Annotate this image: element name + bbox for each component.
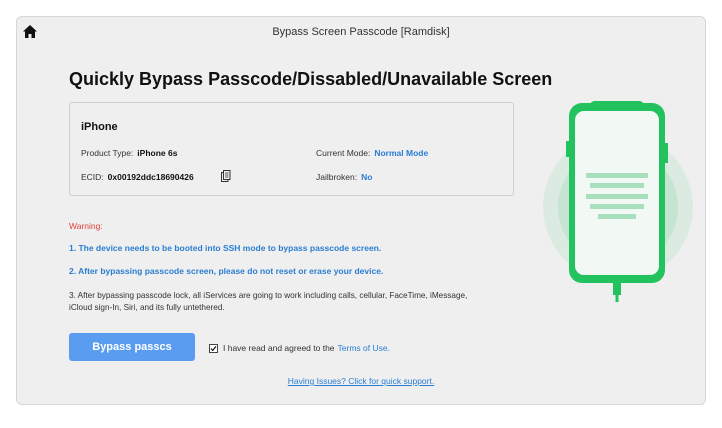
screen-line-3: [586, 194, 648, 199]
product-type-row: Product Type: iPhone 6s: [81, 148, 177, 158]
product-type-label: Product Type:: [81, 148, 134, 158]
ecid-value: 0x00192ddc18690426: [107, 172, 194, 182]
screen-line-4: [590, 204, 644, 209]
ecid-row: ECID: 0x00192ddc18690426: [81, 172, 194, 182]
phone-illustration: [543, 101, 693, 302]
device-name: iPhone: [81, 121, 118, 133]
jailbroken-label: Jailbroken:: [316, 172, 358, 182]
terms-of-use-link[interactable]: Terms of Use.: [338, 343, 390, 353]
current-mode-row: Current Mode: Normal Mode: [316, 148, 428, 158]
window-title: Bypass Screen Passcode [Ramdisk]: [272, 26, 450, 38]
warning-note-3: 3. After bypassing passcode lock, all iS…: [69, 291, 468, 312]
phone-notch: [590, 101, 644, 110]
phone-power-button: [665, 143, 668, 163]
product-type-value: iPhone 6s: [137, 148, 178, 158]
current-mode-label: Current Mode:: [316, 148, 371, 158]
warning-note-2: 2. After bypassing passcode screen, plea…: [69, 266, 384, 276]
ecid-label: ECID:: [81, 172, 104, 182]
bypass-passcode-button[interactable]: Bypass passcs: [69, 333, 195, 361]
jailbroken-row: Jailbroken: No: [316, 172, 372, 182]
agree-checkbox[interactable]: [209, 343, 218, 353]
warning-title: Warning:: [69, 221, 103, 231]
terms-agreement: I have read and agreed to the Terms of U…: [209, 343, 390, 353]
agree-text: I have read and agreed to the: [223, 343, 335, 353]
jailbroken-value: No: [361, 172, 373, 182]
phone-side-button: [566, 141, 569, 157]
page-title: Quickly Bypass Passcode/Dissabled/Unavai…: [69, 69, 553, 89]
phone-connector: [613, 283, 621, 295]
warning-note-1: 1. The device needs to be booted into SS…: [69, 243, 382, 253]
phone-cable: [615, 295, 619, 302]
current-mode-value: Normal Mode: [374, 148, 429, 158]
screen-line-5: [598, 214, 636, 219]
screen-line-1: [586, 173, 648, 178]
screen-line-2: [590, 183, 644, 188]
checkmark-icon: [210, 345, 217, 351]
copy-icon[interactable]: [221, 170, 231, 182]
phone-screen: [575, 111, 659, 275]
quick-support-link[interactable]: Having Issues? Click for quick support.: [0, 376, 722, 386]
